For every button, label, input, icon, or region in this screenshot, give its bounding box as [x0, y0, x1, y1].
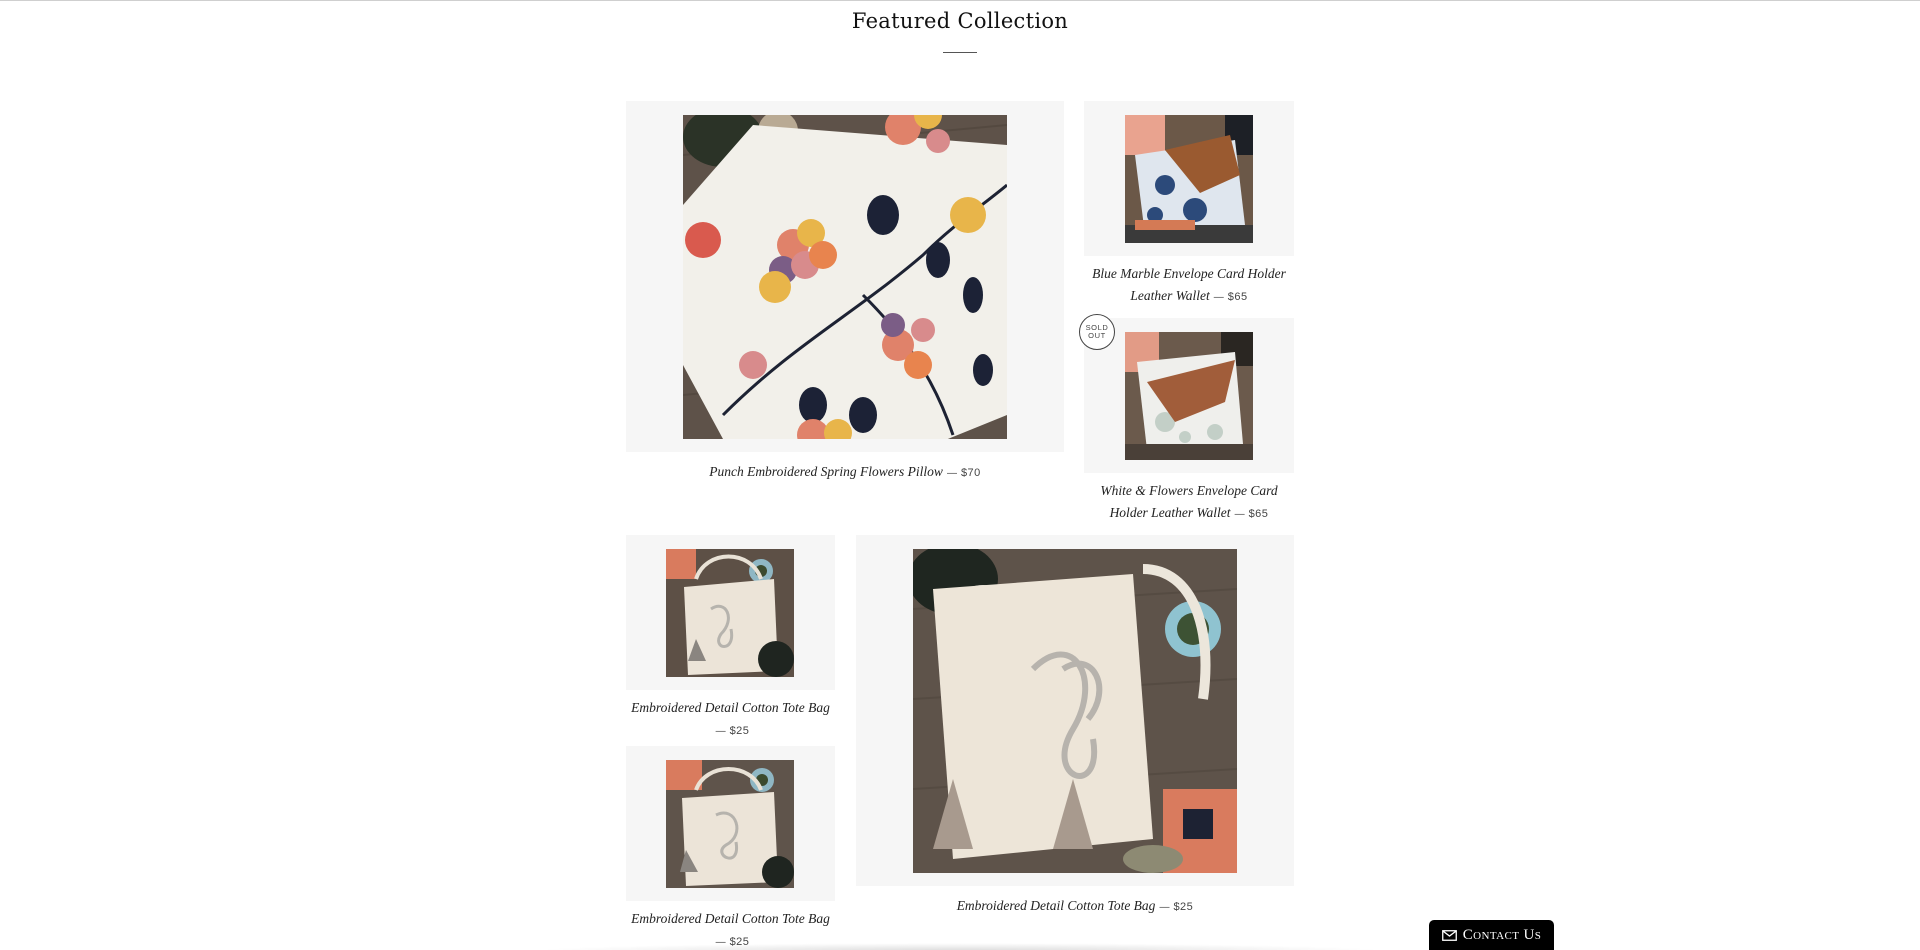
product-title: Embroidered Detail Cotton Tote Bag — [631, 911, 830, 926]
product-image[interactable] — [1125, 332, 1253, 460]
product-price: $25 — [729, 725, 750, 737]
product-card-white-flowers-wallet[interactable]: White & Flowers Envelope Card Holder Lea… — [1084, 318, 1294, 528]
price-separator: — — [1234, 509, 1245, 520]
product-image[interactable] — [1125, 115, 1253, 243]
price-separator: — — [1159, 902, 1170, 913]
product-image[interactable] — [913, 549, 1237, 873]
product-price: $65 — [1248, 508, 1269, 520]
marble-wallet-photo — [1125, 115, 1253, 243]
white-flowers-wallet-photo — [1125, 332, 1253, 460]
product-caption[interactable]: White & Flowers Envelope Card Holder Lea… — [1084, 480, 1294, 526]
product-image[interactable] — [666, 549, 794, 677]
title-divider — [943, 52, 977, 53]
tote-bag-photo — [666, 549, 794, 677]
sold-out-badge: Sold Out — [1079, 314, 1115, 350]
contact-us-button[interactable]: Contact Us — [1429, 920, 1554, 950]
footer-shadow — [530, 943, 1390, 950]
product-title: Punch Embroidered Spring Flowers Pillow — [709, 464, 943, 479]
product-price: $65 — [1227, 291, 1248, 303]
badge-line-2: Out — [1088, 331, 1106, 340]
price-separator: — — [1213, 292, 1224, 303]
tote-bag-photo — [913, 549, 1237, 873]
product-caption[interactable]: Embroidered Detail Cotton Tote Bag—$25 — [856, 895, 1294, 919]
product-caption[interactable]: Blue Marble Envelope Card Holder Leather… — [1084, 263, 1294, 309]
section-title: Featured Collection — [851, 9, 1069, 33]
product-card-tote-bag-large[interactable]: Embroidered Detail Cotton Tote Bag — $25 — [856, 535, 1294, 925]
product-card-blue-marble-wallet[interactable]: Blue Marble Envelope Card Holder Leather… — [1084, 101, 1294, 311]
product-price: $70 — [960, 467, 981, 479]
product-image[interactable] — [683, 115, 1007, 439]
product-title: Blue Marble Envelope Card Holder Leather… — [1092, 266, 1286, 303]
price-separator: — — [946, 468, 957, 479]
price-separator: — — [715, 726, 726, 737]
product-title: Embroidered Detail Cotton Tote Bag — [631, 700, 830, 715]
featured-collection-page: Featured Collection Punch Embroidered Sp… — [0, 0, 1920, 950]
envelope-icon — [1441, 930, 1457, 941]
product-image[interactable] — [666, 760, 794, 888]
product-card-tote-bag-1[interactable]: Embroidered Detail Cotton Tote Bag — $25 — [626, 535, 835, 745]
product-card-spring-flowers-pillow[interactable]: Punch Embroidered Spring Flowers Pillow —… — [626, 101, 1064, 491]
product-title: Embroidered Detail Cotton Tote Bag — [956, 898, 1156, 913]
product-caption[interactable]: Punch Embroidered Spring Flowers Pillow —… — [626, 461, 1064, 485]
contact-us-label: Contact Us — [1462, 927, 1542, 943]
tote-bag-photo — [666, 760, 794, 888]
product-caption[interactable]: Embroidered Detail Cotton Tote Bag —$25 — [626, 697, 835, 743]
product-card-tote-bag-2[interactable]: Embroidered Detail Cotton Tote Bag—$25 — [626, 746, 835, 950]
product-price: $25 — [1173, 901, 1194, 913]
embroidered-pillow-photo — [683, 115, 1007, 439]
